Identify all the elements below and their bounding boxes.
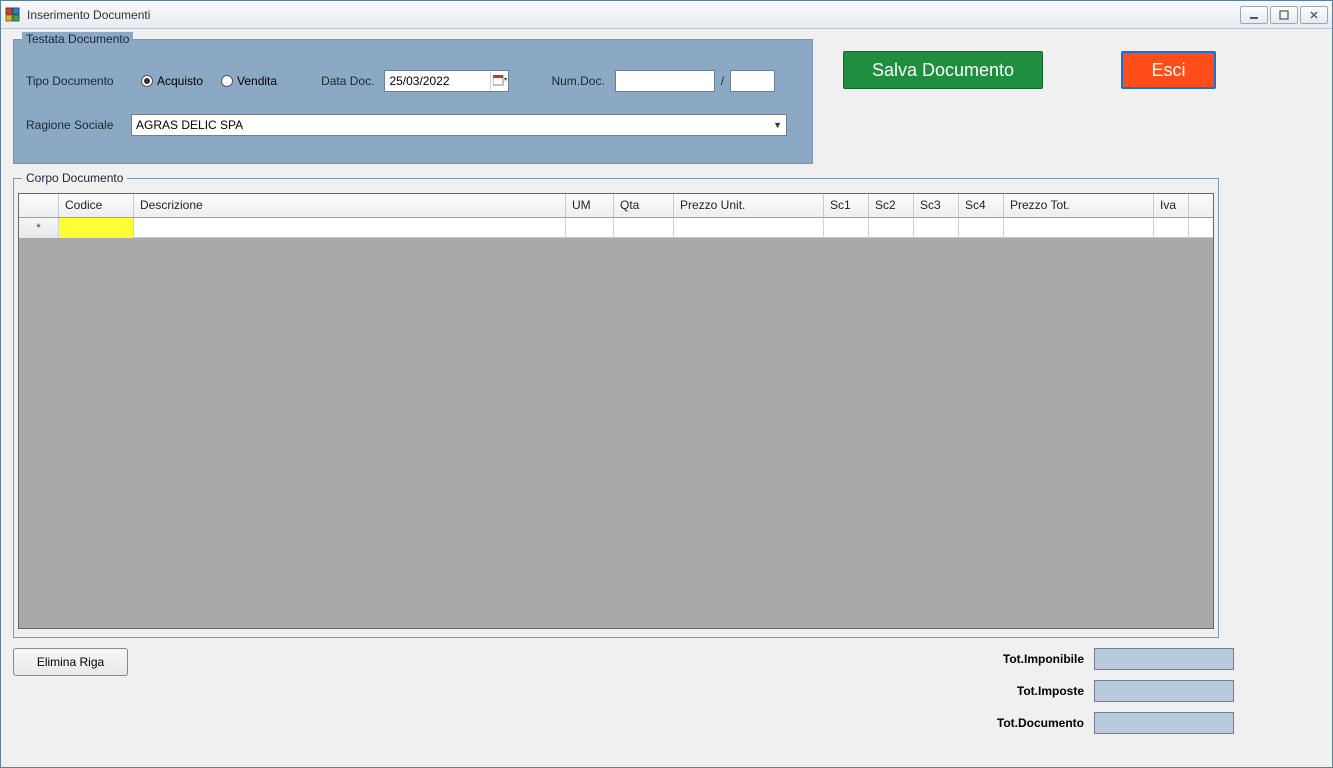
cell-iva[interactable] [1154, 218, 1189, 238]
num-doc-separator: / [721, 74, 724, 88]
window-title: Inserimento Documenti [27, 8, 150, 22]
calendar-dropdown-icon[interactable] [490, 72, 508, 90]
radio-dot-acquisto [141, 75, 153, 87]
col-header-um[interactable]: UM [566, 194, 614, 217]
testata-legend: Testata Documento [22, 32, 133, 46]
tot-documento-label: Tot.Documento [997, 716, 1084, 730]
corpo-legend: Corpo Documento [22, 171, 127, 185]
main-window: Inserimento Documenti Testata Documento … [0, 0, 1333, 768]
cell-sc1[interactable] [824, 218, 869, 238]
col-header-sc4[interactable]: Sc4 [959, 194, 1004, 217]
delete-row-button[interactable]: Elimina Riga [13, 648, 128, 676]
cell-descrizione[interactable] [134, 218, 566, 238]
grid-header: Codice Descrizione UM Qta Prezzo Unit. S… [19, 194, 1213, 218]
row-tot-imposte: Tot.Imposte [997, 680, 1234, 702]
col-header-codice[interactable]: Codice [59, 194, 134, 217]
maximize-button[interactable] [1270, 6, 1298, 24]
radio-dot-vendita [221, 75, 233, 87]
data-doc-value: 25/03/2022 [385, 74, 490, 88]
col-header-rowselector[interactable] [19, 194, 59, 217]
close-button[interactable] [1300, 6, 1328, 24]
num-doc-suffix-input[interactable] [730, 70, 775, 92]
radio-vendita-label: Vendita [237, 74, 277, 88]
grid-new-row[interactable]: * [19, 218, 1213, 238]
radio-acquisto-label: Acquisto [157, 74, 203, 88]
tot-imponibile-field [1094, 648, 1234, 670]
col-header-sc2[interactable]: Sc2 [869, 194, 914, 217]
data-doc-field[interactable]: 25/03/2022 [384, 70, 509, 92]
cell-sc3[interactable] [914, 218, 959, 238]
ragione-sociale-value: AGRAS DELIC SPA [136, 118, 243, 132]
save-button[interactable]: Salva Documento [843, 51, 1043, 89]
totals-panel: Tot.Imponibile Tot.Imposte Tot.Documento [997, 648, 1234, 734]
cell-sc4[interactable] [959, 218, 1004, 238]
corpo-groupbox: Corpo Documento Codice Descrizione UM Qt… [13, 178, 1219, 638]
tot-imposte-label: Tot.Imposte [1017, 684, 1084, 698]
row-tot-documento: Tot.Documento [997, 712, 1234, 734]
exit-button-label: Esci [1151, 60, 1185, 81]
content: Testata Documento Tipo Documento Acquist… [1, 29, 1332, 767]
radio-acquisto[interactable]: Acquisto [141, 74, 203, 88]
minimize-button[interactable] [1240, 6, 1268, 24]
window-controls [1238, 6, 1328, 24]
testata-groupbox: Testata Documento Tipo Documento Acquist… [13, 39, 813, 164]
row-indicator: * [19, 218, 59, 238]
cell-prezzo-unit[interactable] [674, 218, 824, 238]
col-header-descrizione[interactable]: Descrizione [134, 194, 566, 217]
cell-um[interactable] [566, 218, 614, 238]
radio-vendita[interactable]: Vendita [221, 74, 277, 88]
tot-imposte-field [1094, 680, 1234, 702]
grid[interactable]: Codice Descrizione UM Qta Prezzo Unit. S… [18, 193, 1214, 629]
exit-button[interactable]: Esci [1121, 51, 1216, 89]
col-header-prezzo-tot[interactable]: Prezzo Tot. [1004, 194, 1154, 217]
top-row: Testata Documento Tipo Documento Acquist… [13, 39, 1320, 164]
cell-qta[interactable] [614, 218, 674, 238]
delete-row-label: Elimina Riga [37, 655, 104, 669]
col-header-sc1[interactable]: Sc1 [824, 194, 869, 217]
col-header-qta[interactable]: Qta [614, 194, 674, 217]
col-header-sc3[interactable]: Sc3 [914, 194, 959, 217]
action-buttons: Salva Documento Esci [843, 39, 1216, 89]
num-doc-label: Num.Doc. [551, 74, 604, 88]
tipo-documento-label: Tipo Documento [26, 74, 131, 88]
save-button-label: Salva Documento [872, 60, 1014, 81]
col-header-iva[interactable]: Iva [1154, 194, 1189, 217]
num-doc-input[interactable] [615, 70, 715, 92]
tot-imponibile-label: Tot.Imponibile [1003, 652, 1084, 666]
chevron-down-icon: ▼ [773, 120, 782, 130]
data-doc-label: Data Doc. [321, 74, 374, 88]
cell-codice[interactable] [59, 218, 134, 238]
col-header-prezzo-unit[interactable]: Prezzo Unit. [674, 194, 824, 217]
cell-prezzo-tot[interactable] [1004, 218, 1154, 238]
bottom-row: Elimina Riga Tot.Imponibile Tot.Imposte … [13, 648, 1320, 734]
ragione-sociale-label: Ragione Sociale [26, 118, 131, 132]
ragione-sociale-combo[interactable]: AGRAS DELIC SPA ▼ [131, 114, 787, 136]
tot-documento-field [1094, 712, 1234, 734]
row-ragione: Ragione Sociale AGRAS DELIC SPA ▼ [26, 114, 800, 136]
row-tot-imponibile: Tot.Imponibile [997, 648, 1234, 670]
titlebar: Inserimento Documenti [1, 1, 1332, 29]
app-icon [5, 7, 21, 23]
grid-body: * [19, 218, 1213, 628]
cell-sc2[interactable] [869, 218, 914, 238]
row-tipo: Tipo Documento Acquisto Vendita Data Doc… [26, 70, 800, 92]
